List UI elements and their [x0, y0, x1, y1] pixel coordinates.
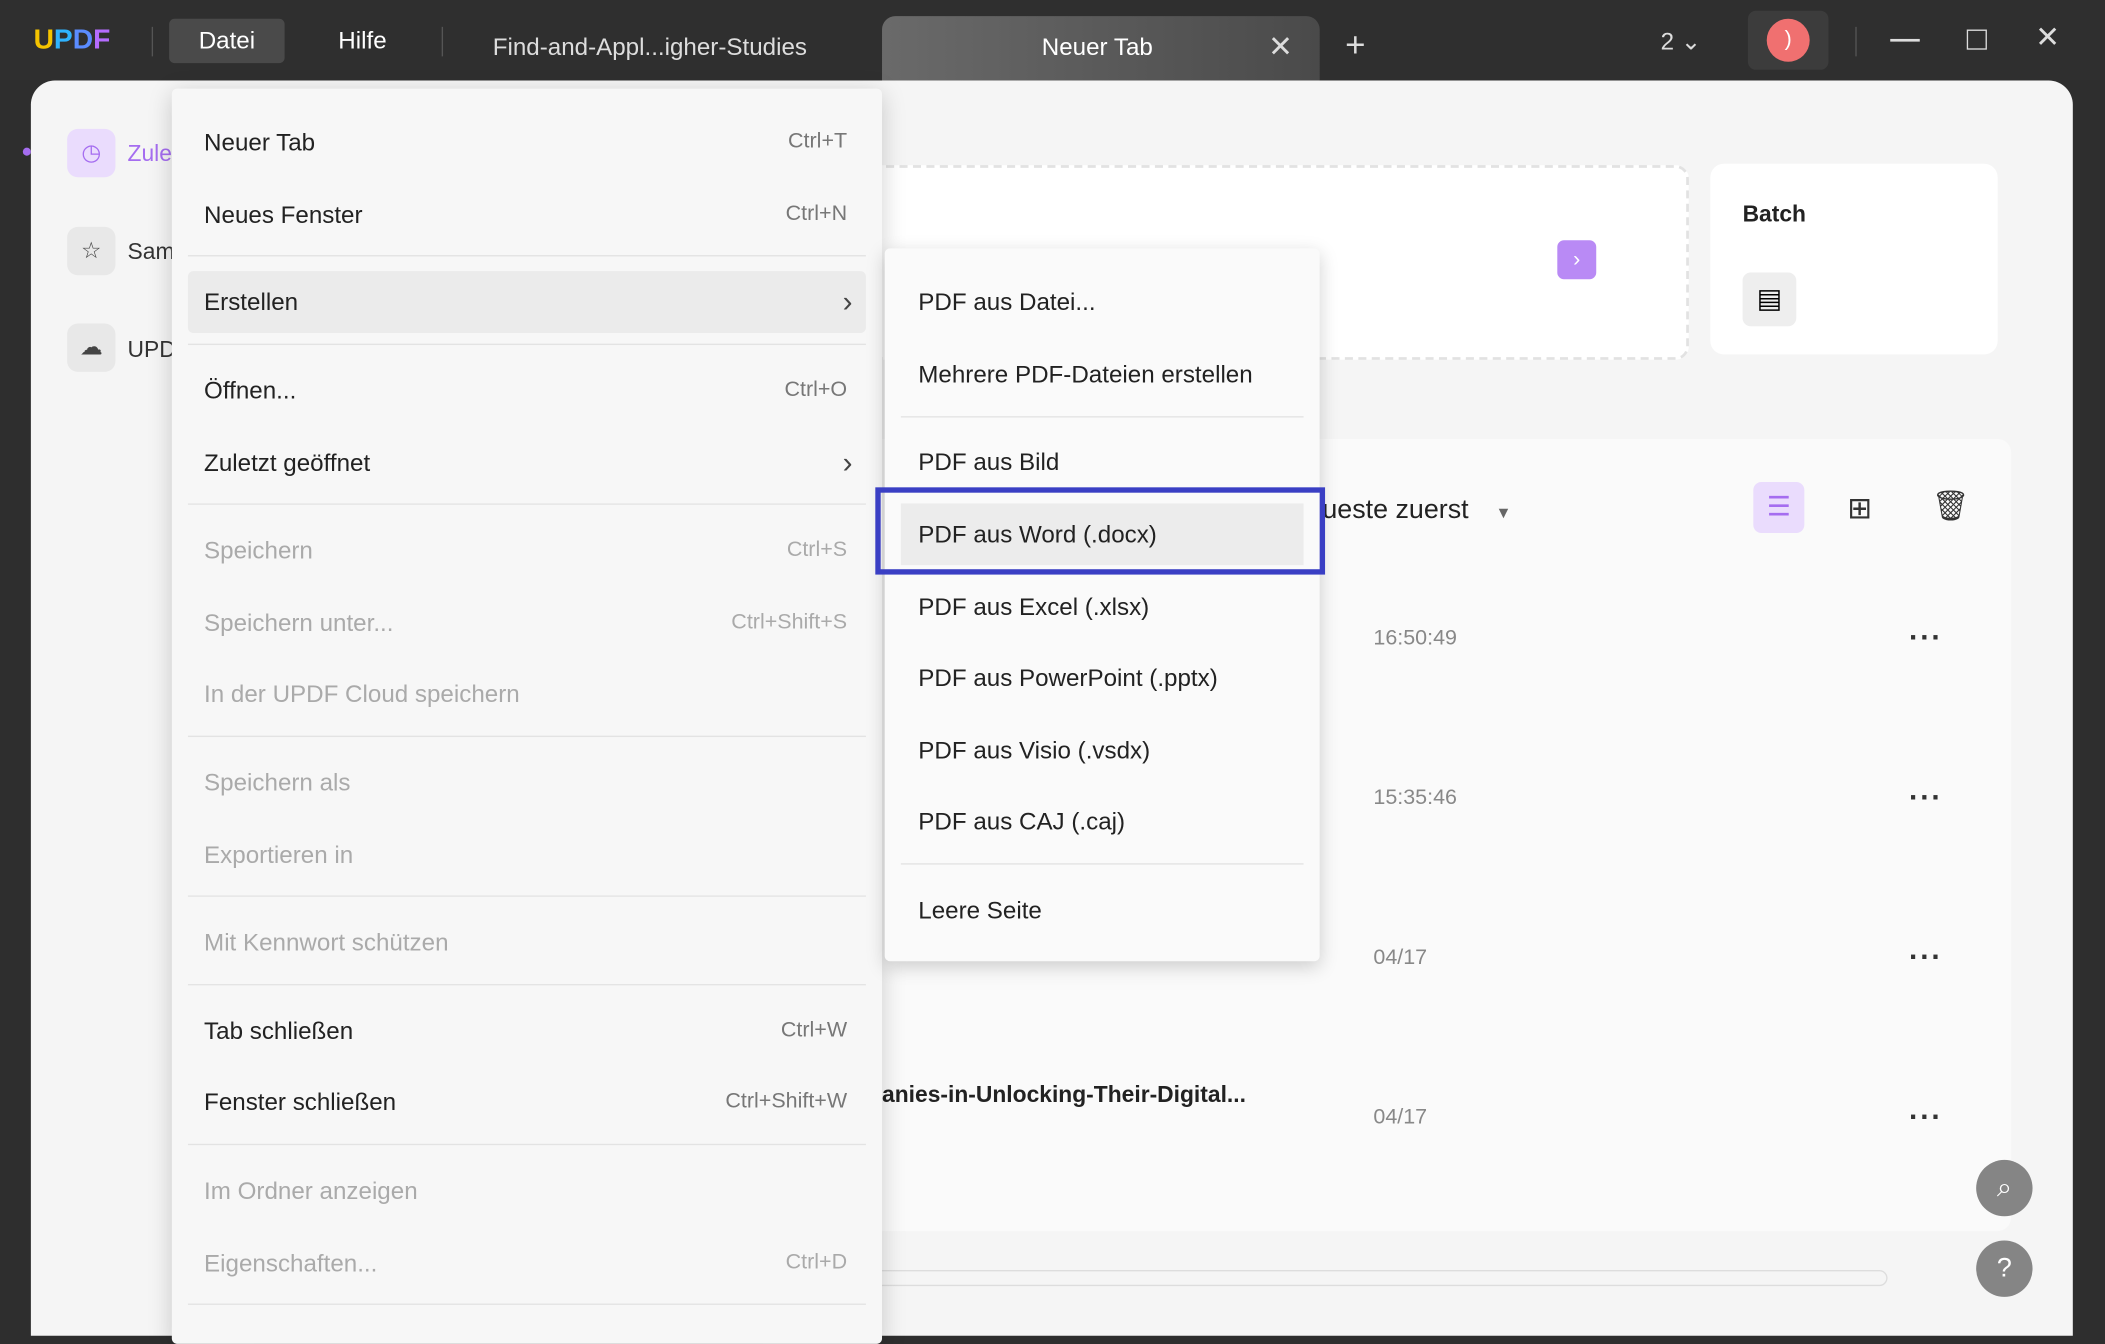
file-time: 04/17 — [1373, 1106, 1428, 1130]
menu-item-save-as[interactable]: Speichern unter... Ctrl+Shift+S — [188, 592, 866, 654]
grid-view-icon[interactable]: ⊞ — [1847, 491, 1872, 526]
cloud-icon[interactable]: ☁ — [67, 323, 116, 372]
title-bar: UPDF Datei Hilfe Find-and-Appl...igher-S… — [0, 0, 2105, 81]
submenu-pdf-from-visio[interactable]: PDF aus Visio (.vsdx) — [901, 720, 1304, 782]
sidebar-item-starred[interactable]: Sam — [128, 239, 175, 266]
batch-card[interactable]: Batch ▤ — [1710, 163, 1998, 355]
menu-item-new-window[interactable]: Neues Fenster Ctrl+N — [188, 184, 866, 246]
menu-datei[interactable]: Datei — [169, 18, 285, 64]
trash-icon[interactable]: 🗑 — [1932, 489, 1970, 524]
highlight-box — [875, 487, 1326, 575]
tab-document[interactable]: Find-and-Appl...igher-Studies — [493, 34, 807, 62]
avatar-button[interactable]: ) — [1747, 10, 1829, 70]
batch-icon: ▤ — [1742, 272, 1797, 327]
submenu-pdf-from-powerpoint[interactable]: PDF aus PowerPoint (.pptx) — [901, 647, 1304, 709]
menu-item-save[interactable]: Speichern Ctrl+S — [188, 520, 866, 582]
tab-label: Neuer Tab — [1041, 33, 1153, 61]
window-count[interactable]: 2 ⌄ — [1661, 28, 1701, 56]
sort-dropdown[interactable]: ueste zuerst ▼ — [1322, 495, 1511, 526]
menu-item-password[interactable]: Mit Kennwort schützen — [188, 912, 866, 974]
menu-item-close-window[interactable]: Fenster schließen Ctrl+Shift+W — [188, 1071, 866, 1133]
menu-item-properties[interactable]: Eigenschaften... Ctrl+D — [188, 1232, 866, 1294]
clock-icon[interactable]: ◷ — [67, 128, 116, 178]
file-menu: Neuer Tab Ctrl+T Neues Fenster Ctrl+N Erst… — [171, 88, 883, 1344]
menu-item-export[interactable]: Exportieren in — [188, 824, 866, 886]
menu-hilfe[interactable]: Hilfe — [309, 19, 416, 63]
menu-item-create[interactable]: Erstellen › — [187, 271, 866, 333]
star-icon[interactable]: ☆ — [67, 226, 116, 276]
submenu-pdf-from-caj[interactable]: PDF aus CAJ (.caj) — [901, 791, 1304, 853]
app-window: UPDF Datei Hilfe Find-and-Appl...igher-S… — [0, 0, 2105, 1344]
menu-item-save-as-type[interactable]: Speichern als — [188, 752, 866, 814]
menu-item-new-tab[interactable]: Neuer Tab Ctrl+T — [188, 111, 866, 173]
tab-neuer-tab[interactable]: Neuer Tab ✕ — [882, 16, 1320, 81]
new-tab-icon[interactable]: + — [1345, 24, 1365, 66]
minimize-icon[interactable] — [1890, 38, 1920, 41]
avatar: ) — [1766, 18, 1810, 62]
sidebar-item-recent[interactable]: Zule — [128, 141, 172, 168]
help-icon[interactable]: ? — [1976, 1240, 2033, 1297]
sidebar-item-cloud[interactable]: UPD — [128, 337, 176, 364]
batch-title: Batch — [1742, 201, 1806, 227]
maximize-icon[interactable] — [1966, 29, 1987, 50]
chevron-right-icon: › — [842, 284, 853, 319]
file-time: 15:35:46 — [1373, 786, 1457, 810]
submenu-pdf-from-excel[interactable]: PDF aus Excel (.xlsx) — [901, 576, 1304, 638]
menu-item-save-cloud[interactable]: In der UPDF Cloud speichern — [188, 663, 866, 725]
submenu-pdf-from-image[interactable]: PDF aus Bild — [901, 431, 1304, 493]
submenu-blank-page[interactable]: Leere Seite — [901, 879, 1304, 941]
submenu-multiple-pdfs[interactable]: Mehrere PDF-Dateien erstellen — [901, 344, 1304, 406]
arrow-right-icon[interactable]: › — [1557, 240, 1597, 280]
close-window-icon[interactable]: ✕ — [2035, 20, 2060, 55]
list-view-icon[interactable]: ☰ — [1753, 481, 1805, 533]
submenu-pdf-from-file[interactable]: PDF aus Datei... — [901, 271, 1304, 333]
chevron-right-icon: › — [842, 445, 853, 480]
more-icon[interactable]: ··· — [1909, 1100, 1943, 1135]
menu-item-open[interactable]: Öffnen... Ctrl+O — [188, 360, 866, 422]
horizontal-scrollbar[interactable] — [859, 1270, 1888, 1287]
more-icon[interactable]: ··· — [1909, 780, 1943, 815]
file-time: 16:50:49 — [1373, 626, 1457, 650]
close-tab-icon[interactable]: ✕ — [1268, 30, 1293, 65]
menu-item-recent[interactable]: Zuletzt geöffnet › — [188, 432, 866, 494]
search-icon[interactable]: ⌕ — [1976, 1159, 2033, 1217]
file-name[interactable]: anies-in-Unlocking-Their-Digital... — [882, 1082, 1246, 1109]
file-time: 04/17 — [1373, 946, 1428, 970]
menu-item-show-in-folder[interactable]: Im Ordner anzeigen — [188, 1160, 866, 1222]
menu-item-close-tab[interactable]: Tab schließen Ctrl+W — [188, 1000, 866, 1062]
more-icon[interactable]: ··· — [1909, 940, 1943, 975]
create-submenu: PDF aus Datei... Mehrere PDF-Dateien ers… — [884, 248, 1320, 962]
more-icon[interactable]: ··· — [1909, 620, 1943, 655]
updf-logo: UPDF — [33, 24, 111, 56]
